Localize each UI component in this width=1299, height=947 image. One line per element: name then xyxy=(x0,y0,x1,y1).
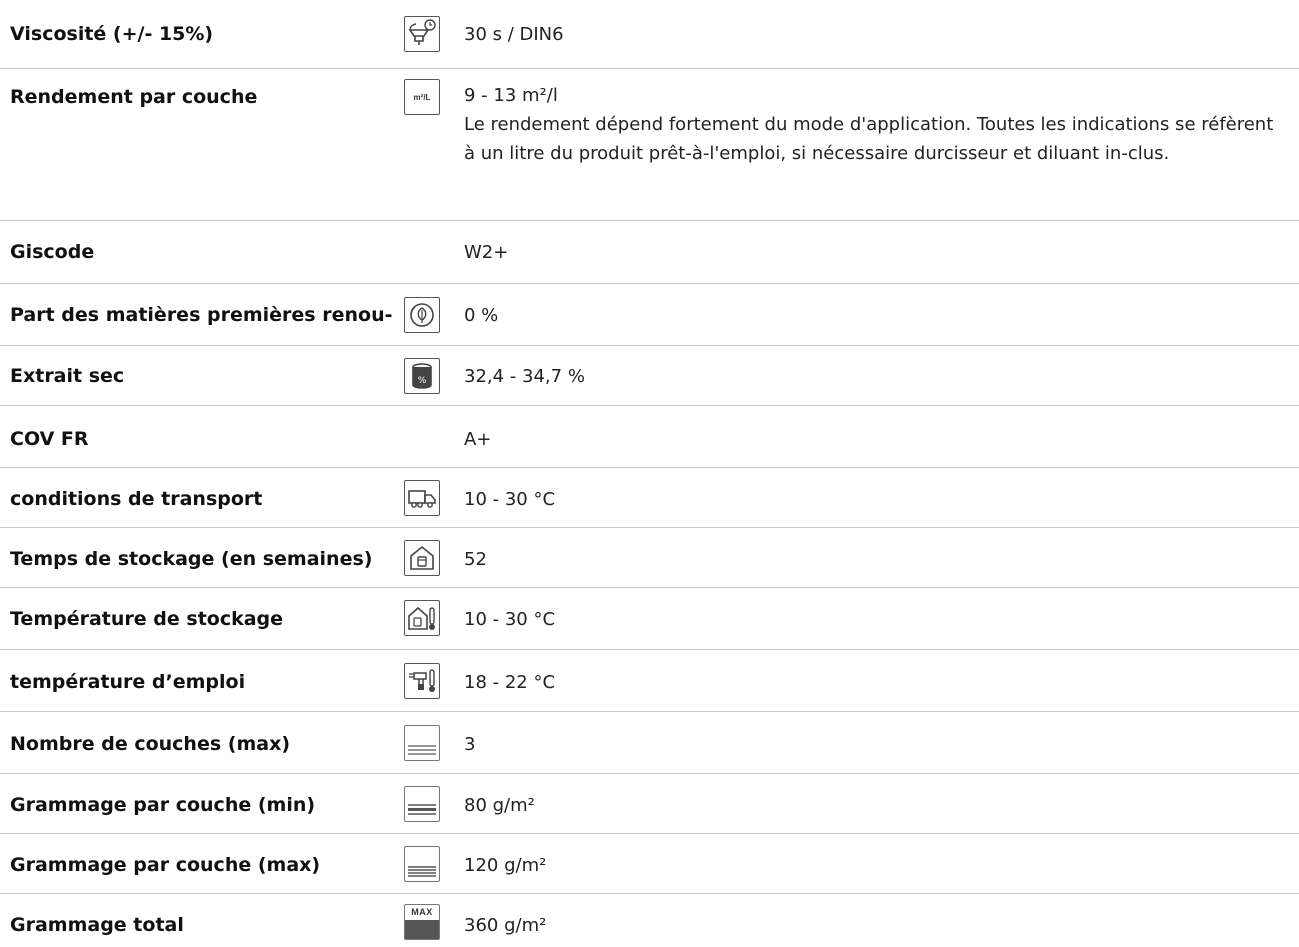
row-value: 30 s / DIN6 xyxy=(464,24,564,45)
viscosity-cup-timer-icon xyxy=(404,16,440,52)
row-label: Part des matières premières renou- xyxy=(10,304,393,326)
icon-text: MAX xyxy=(411,907,433,917)
row-label: Température de stockage xyxy=(10,608,284,630)
table-row: Nombre de couches (max) 3 xyxy=(0,712,1299,774)
row-value: 80 g/m² xyxy=(464,795,535,816)
storage-house-icon xyxy=(404,540,440,576)
row-value: 32,4 - 34,7 % xyxy=(464,366,585,387)
row-label: Temps de stockage (en semaines) xyxy=(10,548,373,570)
row-value: 3 xyxy=(464,734,476,755)
row-value: 10 - 30 °C xyxy=(464,609,556,630)
fill-bar xyxy=(405,920,439,939)
row-value: 120 g/m² xyxy=(464,855,547,876)
row-label: Grammage par couche (max) xyxy=(10,854,321,876)
total-weight-max-icon: MAX xyxy=(404,904,440,940)
row-value: 18 - 22 °C xyxy=(464,672,556,693)
table-row: Grammage total MAX 360 g/m² xyxy=(0,894,1299,947)
table-row: Temps de stockage (en semaines) 52 xyxy=(0,528,1299,588)
table-row: Viscosité (+/- 15%) 30 s / DIN6 xyxy=(0,0,1299,69)
table-row: température d’emploi 18 - 22 °C xyxy=(0,650,1299,712)
row-note: Le rendement dépend fortement du mode d'… xyxy=(464,114,1274,164)
renewable-leaf-icon xyxy=(404,297,440,333)
table-row: Rendement par couche m²/L 9 - 13 m²/l Le… xyxy=(0,69,1299,221)
row-value: W2+ xyxy=(464,242,509,263)
layer-weight-min-icon xyxy=(404,786,440,822)
table-row: conditions de transport 10 - 30 °C xyxy=(0,468,1299,528)
row-value-block: 9 - 13 m²/l Le rendement dépend fortemen… xyxy=(464,81,1284,168)
row-label: COV FR xyxy=(10,428,89,450)
row-label: Nombre de couches (max) xyxy=(10,733,291,755)
spray-gun-thermometer-icon xyxy=(404,663,440,699)
row-value: 10 - 30 °C xyxy=(464,489,556,510)
table-row: Grammage par couche (max) 120 g/m² xyxy=(0,834,1299,894)
delivery-truck-icon xyxy=(404,480,440,516)
row-value: 0 % xyxy=(464,305,499,326)
table-row: Giscode W2+ xyxy=(0,221,1299,284)
row-label: température d’emploi xyxy=(10,671,246,693)
solid-content-can-icon: % xyxy=(404,358,440,394)
layers-count-icon xyxy=(404,725,440,761)
row-value: 360 g/m² xyxy=(464,915,547,936)
table-row: Extrait sec % 32,4 - 34,7 % xyxy=(0,346,1299,406)
row-value: 9 - 13 m²/l xyxy=(464,85,558,106)
row-label: Viscosité (+/- 15%) xyxy=(10,23,214,45)
row-label: Rendement par couche xyxy=(10,86,258,108)
coverage-m2-per-liter-icon: m²/L xyxy=(404,79,440,115)
row-label: conditions de transport xyxy=(10,488,263,510)
storage-temperature-icon xyxy=(404,600,440,636)
row-label: Extrait sec xyxy=(10,365,125,387)
table-row: Grammage par couche (min) 80 g/m² xyxy=(0,774,1299,834)
row-value: 52 xyxy=(464,549,487,570)
row-label: Giscode xyxy=(10,241,95,263)
table-row: COV FR A+ xyxy=(0,406,1299,468)
row-value: A+ xyxy=(464,429,492,450)
svg-text:%: % xyxy=(418,376,427,386)
icon-text: m²/L xyxy=(413,92,431,102)
row-label: Grammage total xyxy=(10,914,184,936)
table-row: Température de stockage 10 - 30 °C xyxy=(0,588,1299,650)
layer-weight-max-icon xyxy=(404,846,440,882)
table-row: Part des matières premières renou- 0 % xyxy=(0,284,1299,346)
row-label: Grammage par couche (min) xyxy=(10,794,316,816)
